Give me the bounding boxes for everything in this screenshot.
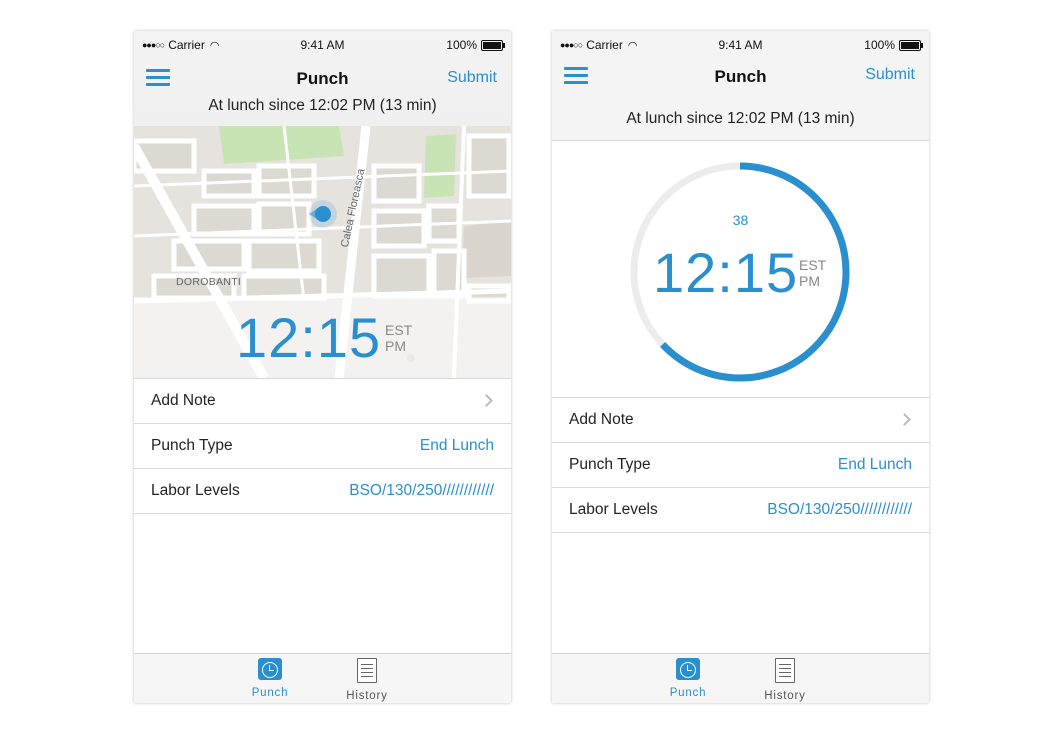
tab-history[interactable]: History	[337, 658, 397, 702]
punch-type-row[interactable]: Punch Type End Lunch	[134, 424, 511, 469]
labor-levels-row[interactable]: Labor Levels BSO/130/250////////////	[134, 469, 511, 514]
row-label: Add Note	[569, 411, 634, 428]
add-note-row[interactable]: Add Note	[552, 398, 929, 443]
punch-details-list: Add Note Punch Type End Lunch Labor Leve…	[552, 398, 929, 533]
tab-bar: Punch History	[552, 653, 929, 703]
punch-clock-icon	[258, 658, 282, 680]
chevron-right-icon	[480, 394, 493, 407]
document-list-icon	[775, 658, 795, 683]
punch-type-value: End Lunch	[837, 456, 912, 473]
battery-label: 100%	[864, 38, 895, 52]
tab-history[interactable]: History	[755, 658, 815, 702]
row-label: Labor Levels	[151, 482, 240, 499]
chevron-right-icon	[898, 413, 911, 426]
punch-type-value: End Lunch	[419, 437, 494, 454]
clock-timezone: EST PM	[385, 322, 412, 354]
ampm-label: PM	[799, 273, 820, 290]
timezone-label: EST	[799, 257, 827, 273]
document-list-icon	[357, 658, 377, 683]
row-label: Punch Type	[151, 437, 233, 454]
nav-header: ●●●○○ Carrier ◠ 9:41 AM 100% Punch Submi…	[552, 31, 929, 141]
labor-levels-value: BSO/130/250////////////	[349, 482, 494, 499]
labor-levels-value: BSO/130/250////////////	[767, 501, 912, 518]
submit-button[interactable]: Submit	[447, 69, 497, 87]
tab-label: Punch	[669, 687, 707, 699]
tab-label: Punch	[251, 687, 289, 699]
add-note-row[interactable]: Add Note	[134, 379, 511, 424]
clock-timezone: EST PM	[799, 257, 826, 289]
row-label: Labor Levels	[569, 501, 658, 518]
nav-header: ●●●○○ Carrier ◠ 9:41 AM 100% Punch Submi…	[134, 31, 511, 127]
timezone-label: EST	[385, 322, 413, 338]
battery-icon	[481, 39, 505, 51]
punch-type-row[interactable]: Punch Type End Lunch	[552, 443, 929, 488]
punch-clock-icon	[676, 658, 700, 680]
map-district-label: DOROBANTI	[176, 276, 242, 288]
seconds-counter: 38	[732, 212, 749, 228]
phone-map-view: ●●●○○ Carrier ◠ 9:41 AM 100% Punch Submi…	[134, 31, 511, 703]
battery-icon	[899, 39, 923, 51]
tab-label: History	[764, 690, 806, 702]
row-label: Punch Type	[569, 456, 651, 473]
tab-punch[interactable]: Punch	[658, 658, 718, 699]
lunch-status-text: At lunch since 12:02 PM (13 min)	[626, 110, 855, 127]
status-bar: ●●●○○ Carrier ◠ 9:41 AM 100%	[134, 31, 511, 57]
tab-punch[interactable]: Punch	[240, 658, 300, 699]
row-label: Add Note	[151, 392, 216, 409]
phone-ring-view: ●●●○○ Carrier ◠ 9:41 AM 100% Punch Submi…	[552, 31, 929, 703]
ampm-label: PM	[385, 338, 406, 355]
status-bar: ●●●○○ Carrier ◠ 9:41 AM 100%	[552, 31, 929, 57]
tab-label: History	[346, 690, 388, 702]
punch-details-list: Add Note Punch Type End Lunch Labor Leve…	[134, 379, 511, 514]
battery-label: 100%	[446, 38, 477, 52]
lunch-status-text: At lunch since 12:02 PM (13 min)	[208, 97, 437, 114]
labor-levels-row[interactable]: Labor Levels BSO/130/250////////////	[552, 488, 929, 533]
tab-bar: Punch History	[134, 653, 511, 703]
clock-time: 12:15	[236, 306, 382, 369]
submit-button[interactable]: Submit	[865, 66, 915, 84]
clock-time: 12:15	[653, 241, 799, 304]
